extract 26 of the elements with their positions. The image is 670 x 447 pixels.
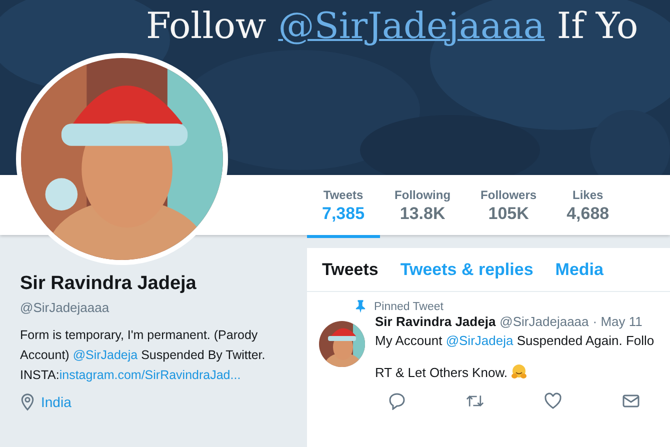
heart-icon[interactable]	[544, 392, 562, 410]
mention-link[interactable]: instagram.com/SirRavindraJad...	[59, 368, 241, 382]
tweet-text: RT & Let Others Know.	[375, 364, 508, 380]
hugging-emoji-icon	[511, 364, 528, 380]
mention-link[interactable]: @SirJadeja	[72, 348, 138, 362]
mail-icon[interactable]	[622, 392, 640, 410]
pinned-label: Pinned Tweet	[374, 300, 444, 312]
profile-name: Sir Ravindra Jadeja	[20, 273, 198, 295]
profile-bio: Form is temporary, I'm permanent. (Parody Account) @SirJadeja Suspended By Twitter. INSTA:instagram.com/SirRavindraJad...	[20, 327, 266, 384]
location-link[interactable]: India	[41, 394, 72, 410]
author-handle: @SirJadejaaaa	[500, 314, 589, 329]
profile-handle: @SirJadejaaaa	[20, 300, 110, 315]
mention-link[interactable]: @SirJadeja	[446, 333, 514, 348]
stat-tab[interactable]: Following 13.8K	[380, 175, 466, 238]
reply-icon[interactable]	[388, 392, 406, 410]
stat-tab[interactable]: Likes 4,688	[552, 175, 624, 238]
timeline-tab[interactable]: Tweets	[322, 260, 378, 291]
timeline-tab[interactable]: Media	[555, 260, 604, 291]
tweet-date[interactable]: · May 11	[592, 314, 642, 329]
tweet-text: My Account @SirJadeja Suspended Again. Follo	[375, 333, 654, 348]
pin-icon	[355, 300, 366, 313]
timeline-tab[interactable]: Tweets & replies	[400, 260, 534, 291]
stat-tab[interactable]: Tweets 7,385	[307, 175, 380, 238]
stat-tab[interactable]: Followers 105K	[466, 175, 552, 238]
author-name[interactable]: Sir Ravindra Jadeja	[375, 314, 496, 329]
location-pin-icon	[20, 393, 35, 411]
